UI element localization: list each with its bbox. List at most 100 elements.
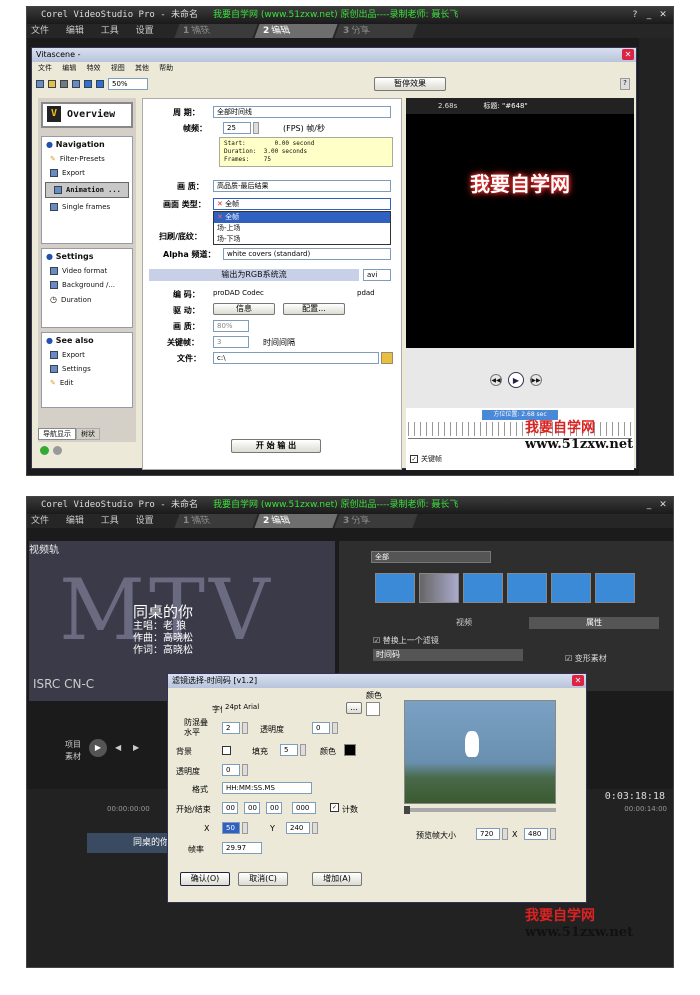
new-icon[interactable] xyxy=(36,80,44,88)
vita-menu-file[interactable]: 文件 xyxy=(38,64,52,72)
alpha-select[interactable]: white covers (standard) xyxy=(223,248,391,260)
minimize-icon[interactable]: _ xyxy=(643,9,655,21)
codec-value[interactable]: proDAD Codec xyxy=(213,289,264,297)
menu-edit[interactable]: 编辑 xyxy=(66,26,84,36)
play-icon[interactable]: ▶ xyxy=(89,739,107,757)
export-icon[interactable] xyxy=(72,80,80,88)
forward-icon[interactable]: ▶▶ xyxy=(530,374,542,386)
preview-slider-track[interactable] xyxy=(404,806,556,814)
format-select[interactable]: HH:MM:SS.MS xyxy=(222,782,312,794)
vita-menu-view[interactable]: 视图 xyxy=(111,64,125,72)
count-checkbox[interactable]: ✓ xyxy=(330,803,339,812)
vita-menu-edit[interactable]: 编辑 xyxy=(62,64,76,72)
thumbnail[interactable] xyxy=(507,573,547,603)
frame-type-select[interactable]: ✕ 全帧 xyxy=(213,198,391,210)
filter-list-item[interactable]: 时间码 xyxy=(373,649,523,661)
seealso-item-edit[interactable]: ✎ Edit xyxy=(42,376,132,390)
fps-spinner[interactable] xyxy=(253,122,259,134)
frame-rate-select[interactable]: 29.97 xyxy=(222,842,262,854)
add-button[interactable]: 增加(A) xyxy=(312,872,362,886)
thumbnail[interactable] xyxy=(375,573,415,603)
preview-width-input[interactable]: 720 xyxy=(476,828,500,840)
step-edit[interactable]: 2 编辑 xyxy=(254,24,338,38)
antialias-spinner[interactable] xyxy=(242,722,248,734)
tab-tree[interactable]: 树状 xyxy=(76,428,100,440)
step-share[interactable]: 3 分享 xyxy=(334,514,418,528)
container-select[interactable]: avi xyxy=(363,269,391,281)
menu-settings[interactable]: 设置 xyxy=(136,26,154,36)
stop-icon[interactable] xyxy=(53,446,62,455)
overview-button[interactable]: V Overview xyxy=(41,102,133,128)
step-edit[interactable]: 2 编辑 xyxy=(254,514,338,528)
thumbnail[interactable] xyxy=(595,573,635,603)
save-icon[interactable] xyxy=(60,80,68,88)
prev-frame-icon[interactable]: ◀ xyxy=(115,743,121,752)
preview-height-spinner[interactable] xyxy=(550,828,556,840)
file-path-input[interactable]: c:\ xyxy=(213,352,379,364)
vita-close-button[interactable]: ✕ xyxy=(622,49,634,60)
cancel-button[interactable]: 取消(C) xyxy=(238,872,288,886)
menu-edit[interactable]: 编辑 xyxy=(66,516,84,526)
background-color-swatch[interactable] xyxy=(344,744,356,756)
vita-menu-effects[interactable]: 特效 xyxy=(86,64,100,72)
menu-tools[interactable]: 工具 xyxy=(101,516,119,526)
fill-input[interactable]: 5 xyxy=(280,744,298,756)
preview-slider-thumb[interactable] xyxy=(404,806,410,814)
seealso-item-export[interactable]: Export xyxy=(42,348,132,362)
ok-button[interactable]: 确认(O) xyxy=(180,872,230,886)
deform-checkbox[interactable]: ☑ 变形素材 xyxy=(565,653,607,664)
pause-effects-button[interactable]: 暂停效果 xyxy=(374,77,446,91)
redo-icon[interactable] xyxy=(96,80,104,88)
play-icon[interactable]: ▶ xyxy=(508,372,524,388)
info-button[interactable]: 信息 xyxy=(213,303,275,315)
step-capture[interactable]: 1 捕获 xyxy=(174,24,258,38)
thumbnail[interactable] xyxy=(551,573,591,603)
rewind-icon[interactable]: ◀◀ xyxy=(490,374,502,386)
preview-height-input[interactable]: 480 xyxy=(524,828,548,840)
period-select[interactable]: 全部时间线 xyxy=(213,106,391,118)
tab-nav-display[interactable]: 导航显示 xyxy=(38,428,76,440)
nav-item-animation[interactable]: Animation ... xyxy=(45,182,129,198)
vita-menu-help[interactable]: 帮助 xyxy=(159,64,173,72)
menu-file[interactable]: 文件 xyxy=(31,516,49,526)
config-button[interactable]: 配置... xyxy=(283,303,345,315)
open-icon[interactable] xyxy=(48,80,56,88)
thumbnail[interactable] xyxy=(419,573,459,603)
nav-item-export[interactable]: Export xyxy=(42,166,132,180)
folder-icon[interactable] xyxy=(381,352,393,364)
fill-spinner[interactable] xyxy=(300,744,306,756)
next-frame-icon[interactable]: ▶ xyxy=(133,743,139,752)
fps-input[interactable]: 25 xyxy=(223,122,251,134)
option-full-frame[interactable]: ✕ 全帧 xyxy=(214,212,390,223)
option-lower-field[interactable]: 场-下场 xyxy=(214,234,390,245)
bg-transparency-spinner[interactable] xyxy=(242,764,248,776)
settings-item-background[interactable]: Background /... xyxy=(42,278,132,292)
settings-item-video-format[interactable]: Video format xyxy=(42,264,132,278)
minimize-icon[interactable]: _ xyxy=(643,499,655,511)
start-seconds-input[interactable]: 00 xyxy=(266,802,282,814)
menu-settings[interactable]: 设置 xyxy=(136,516,154,526)
thumbnail[interactable] xyxy=(463,573,503,603)
step-capture[interactable]: 1 捕获 xyxy=(174,514,258,528)
text-color-swatch[interactable] xyxy=(366,702,380,716)
tab-properties[interactable]: 属性 xyxy=(529,617,659,629)
preview-width-spinner[interactable] xyxy=(502,828,508,840)
start-output-button[interactable]: 开 始 输 出 xyxy=(231,439,321,453)
step-share[interactable]: 3 分享 xyxy=(334,24,418,38)
y-position-spinner[interactable] xyxy=(312,822,318,834)
library-select[interactable]: 全部 xyxy=(371,551,491,563)
nav-item-filter-presets[interactable]: ✎ Filter-Presets xyxy=(42,152,132,166)
start-hours-input[interactable]: 00 xyxy=(222,802,238,814)
nav-item-single-frames[interactable]: Single frames xyxy=(42,200,132,214)
start-ms-input[interactable]: 000 xyxy=(292,802,316,814)
x-position-input[interactable]: 50 xyxy=(222,822,240,834)
seealso-item-settings[interactable]: Settings xyxy=(42,362,132,376)
keyframe-checkbox[interactable]: ✓ 关键帧 xyxy=(410,454,442,464)
antialias-input[interactable]: 2 xyxy=(222,722,240,734)
filter-close-button[interactable]: ✕ xyxy=(572,675,584,686)
keyframe-input[interactable]: 3 xyxy=(213,336,249,348)
quality-select[interactable]: 高品质-最后结果 xyxy=(213,180,391,192)
help-icon[interactable]: ? xyxy=(620,78,630,90)
menu-file[interactable]: 文件 xyxy=(31,26,49,36)
help-icon[interactable]: ? xyxy=(629,9,641,21)
